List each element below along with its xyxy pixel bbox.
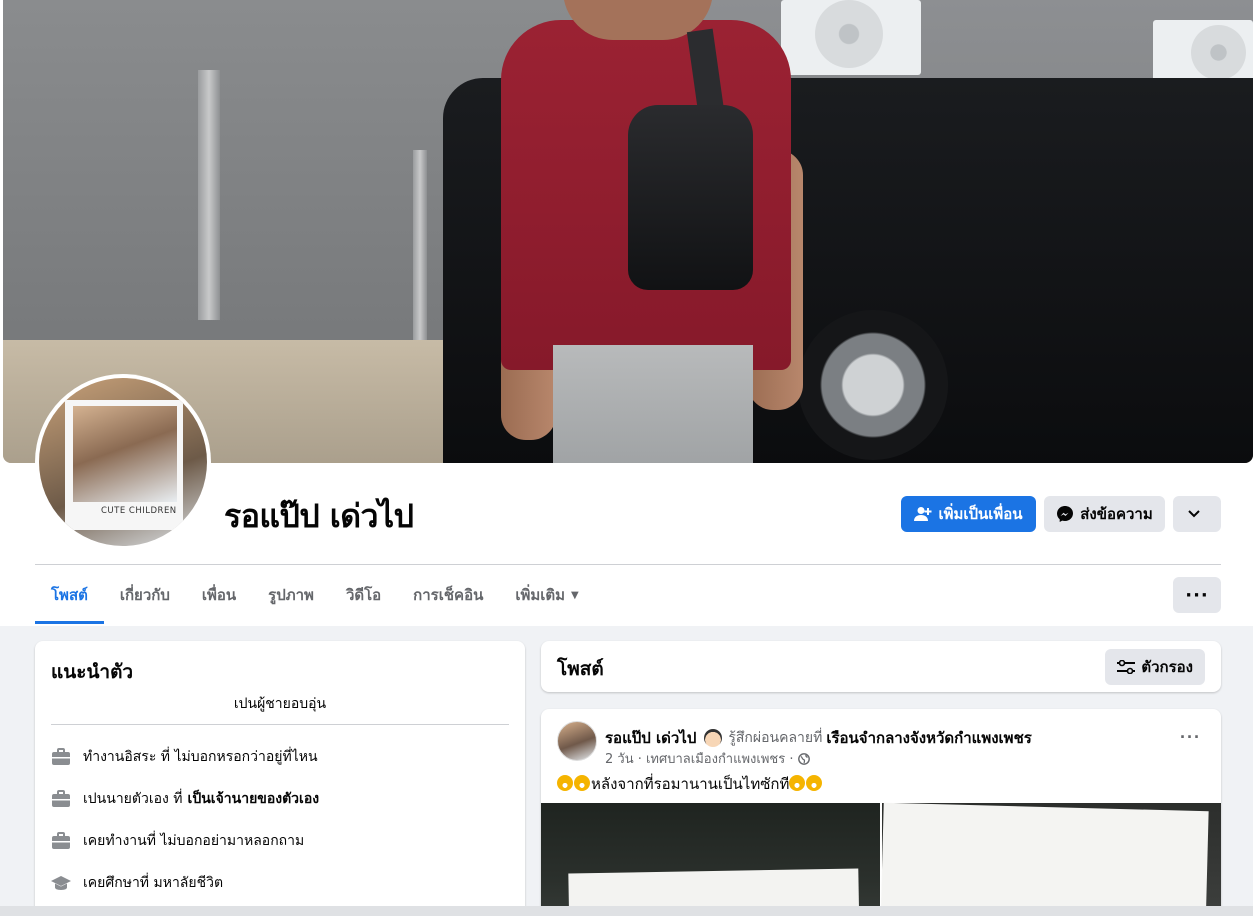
posts-header-card: โพสต์ ตัวกรอง bbox=[541, 641, 1221, 692]
cover-photo[interactable] bbox=[3, 0, 1253, 463]
intro-item-text: เปนนายตัวเอง ที่ bbox=[83, 791, 183, 807]
caret-down-icon: ▼ bbox=[571, 589, 579, 601]
intro-item-work: เคยทำงานที่ ไม่บอกอย่ามาหลอกถาม bbox=[51, 830, 304, 852]
globe-icon bbox=[797, 752, 810, 765]
briefcase-icon bbox=[51, 747, 71, 767]
post-author-avatar[interactable] bbox=[557, 721, 597, 761]
filter-icon bbox=[1117, 660, 1136, 674]
tab-videos[interactable]: วิดีโอ bbox=[330, 566, 397, 624]
intro-item-link[interactable]: เป็นเจ้านายของตัวเอง bbox=[188, 788, 320, 810]
post-card: รอแป๊ป เด่วไป รู้สึกผ่อนคลายที่ เรือนจำก… bbox=[541, 709, 1221, 916]
header-divider bbox=[35, 564, 1221, 565]
tab-posts[interactable]: โพสต์ bbox=[35, 566, 104, 624]
briefcase-icon bbox=[51, 831, 71, 851]
post-photo[interactable] bbox=[880, 802, 1221, 916]
tab-label: เพื่อน bbox=[201, 586, 237, 604]
graduation-cap-icon bbox=[51, 873, 71, 893]
intro-bio: เปนผู้ชายอบอุ่น bbox=[233, 696, 327, 712]
intro-item-education: เคยศึกษาที่ มหาลัยชีวิต bbox=[51, 872, 223, 894]
intro-item-work: เปนนายตัวเอง ที่ เป็นเจ้านายของตัวเอง bbox=[51, 788, 319, 810]
intro-divider bbox=[51, 724, 509, 725]
tab-about[interactable]: เกี่ยวกับ bbox=[104, 566, 186, 624]
grin-emoji-icon bbox=[574, 775, 590, 791]
add-friend-button[interactable]: เพิ่มเป็นเพื่อน bbox=[901, 496, 1036, 532]
message-button[interactable]: ส่งข้อความ bbox=[1044, 496, 1165, 532]
intro-item-text: ทำงานอิสระ ที่ ไม่บอกหรอกว่าอยู่ที่ไหน bbox=[83, 749, 318, 765]
post-meta: 2 วัน · เทศบาลเมืองกำแพงเพชร · bbox=[605, 748, 810, 769]
filter-button[interactable]: ตัวกรอง bbox=[1105, 649, 1205, 685]
post-text-body: หลังจากที่รอมานานเป็นไทซักที bbox=[591, 775, 790, 793]
posts-title: โพสต์ bbox=[557, 658, 604, 680]
tab-more[interactable]: เพิ่มเติม ▼ bbox=[499, 566, 594, 624]
post-meta-text[interactable]: 2 วัน · เทศบาลเมืองกำแพงเพชร · bbox=[605, 748, 794, 769]
profile-dropdown-button[interactable] bbox=[1173, 496, 1221, 532]
messenger-icon bbox=[1057, 506, 1074, 522]
intro-card: แนะนำตัว เปนผู้ชายอบอุ่น ทำงานอิสระ ที่ … bbox=[35, 641, 525, 916]
chevron-down-icon bbox=[1188, 510, 1200, 518]
more-options-icon: ··· bbox=[1185, 584, 1209, 606]
post-location[interactable]: เรือนจำกลางจังหวัดกำแพงเพชร bbox=[826, 726, 1031, 750]
tabs-more-button[interactable]: ··· bbox=[1173, 577, 1221, 613]
tab-friends[interactable]: เพื่อน bbox=[186, 566, 252, 624]
grin-emoji-icon bbox=[789, 775, 806, 791]
tab-checkins[interactable]: การเช็คอิน bbox=[397, 566, 499, 624]
intro-item-work: ทำงานอิสระ ที่ ไม่บอกหรอกว่าอยู่ที่ไหน bbox=[51, 746, 318, 768]
filter-label: ตัวกรอง bbox=[1141, 658, 1193, 676]
taskbar-strip bbox=[0, 906, 1253, 916]
post-author-name[interactable]: รอแป๊ป เด่วไป bbox=[605, 726, 696, 750]
tab-label: วิดีโอ bbox=[345, 586, 382, 604]
profile-avatar[interactable]: CUTE CHILDREN bbox=[35, 374, 211, 550]
tab-photos[interactable]: รูปภาพ bbox=[252, 566, 330, 624]
add-friend-icon bbox=[914, 507, 932, 521]
tab-label: รูปภาพ bbox=[268, 586, 314, 604]
intro-item-text: เคยศึกษาที่ มหาลัยชีวิต bbox=[83, 875, 224, 891]
profile-tabs: โพสต์ เกี่ยวกับ เพื่อน รูปภาพ วิดีโอ การ… bbox=[35, 566, 595, 626]
tab-label: เพิ่มเติม bbox=[515, 586, 566, 604]
grin-emoji-icon bbox=[806, 775, 823, 791]
tab-label: โพสต์ bbox=[51, 586, 88, 604]
intro-title: แนะนำตัว bbox=[51, 661, 134, 683]
feeling-emoji-icon bbox=[704, 729, 723, 747]
post-photo[interactable] bbox=[541, 803, 880, 916]
tab-label: เกี่ยวกับ bbox=[119, 586, 170, 604]
post-options-button[interactable]: ··· bbox=[1180, 727, 1201, 748]
avatar-caption: CUTE CHILDREN bbox=[101, 506, 177, 516]
profile-header: CUTE CHILDREN รอแป๊ป เด่วไป เพิ่มเป็นเพื… bbox=[0, 0, 1253, 626]
message-label: ส่งข้อความ bbox=[1080, 505, 1153, 523]
add-friend-label: เพิ่มเป็นเพื่อน bbox=[938, 505, 1023, 523]
tab-label: การเช็คอิน bbox=[413, 586, 484, 604]
briefcase-icon bbox=[51, 789, 71, 809]
intro-item-text: เคยทำงานที่ ไม่บอกอย่ามาหลอกถาม bbox=[83, 833, 305, 849]
profile-name: รอแป๊ป เด่วไป bbox=[224, 497, 414, 535]
post-feeling: รู้สึกผ่อนคลายที่ bbox=[728, 730, 823, 746]
post-text: หลังจากที่รอมานานเป็นไทซักที bbox=[557, 772, 823, 796]
post-header: รอแป๊ป เด่วไป รู้สึกผ่อนคลายที่ เรือนจำก… bbox=[605, 726, 1032, 750]
grin-emoji-icon bbox=[557, 775, 573, 791]
